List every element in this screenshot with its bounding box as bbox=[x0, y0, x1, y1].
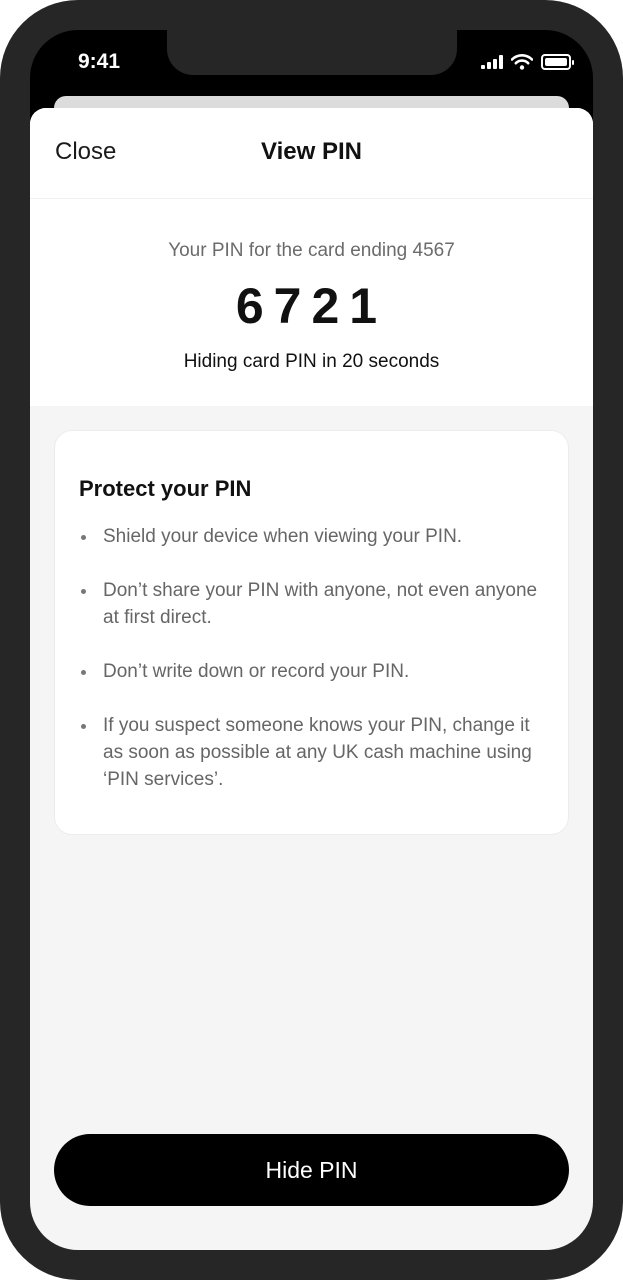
pin-panel: Your PIN for the card ending 4567 6721 H… bbox=[30, 199, 593, 406]
protect-pin-card: Protect your PIN Shield your device when… bbox=[54, 430, 569, 835]
phone-screen: 9:41 Close View PIN Your PIN for the car… bbox=[30, 30, 593, 1250]
battery-icon bbox=[541, 54, 574, 70]
tips-list: Shield your device when viewing your PIN… bbox=[79, 523, 549, 820]
cellular-signal-icon bbox=[481, 55, 503, 69]
sheet-header: Close View PIN bbox=[30, 108, 593, 199]
hide-pin-button[interactable]: Hide PIN bbox=[54, 1134, 569, 1206]
list-item: If you suspect someone knows your PIN, c… bbox=[79, 712, 549, 793]
phone-frame: 9:41 Close View PIN Your PIN for the car… bbox=[0, 0, 623, 1280]
list-item: Don’t write down or record your PIN. bbox=[79, 658, 549, 685]
status-icons bbox=[481, 54, 574, 70]
protect-pin-title: Protect your PIN bbox=[79, 476, 252, 501]
list-item: Shield your device when viewing your PIN… bbox=[79, 523, 549, 550]
status-time: 9:41 bbox=[78, 50, 121, 73]
pin-value: 6721 bbox=[235, 278, 388, 334]
pin-hide-timer: Hiding card PIN in 20 seconds bbox=[183, 351, 440, 372]
page-title: View PIN bbox=[261, 138, 362, 165]
pin-caption: Your PIN for the card ending 4567 bbox=[168, 240, 455, 261]
notch bbox=[167, 30, 457, 75]
list-item: Don’t share your PIN with anyone, not ev… bbox=[79, 577, 549, 631]
view-pin-sheet: Close View PIN Your PIN for the card end… bbox=[30, 108, 593, 1250]
wifi-icon bbox=[511, 54, 533, 70]
